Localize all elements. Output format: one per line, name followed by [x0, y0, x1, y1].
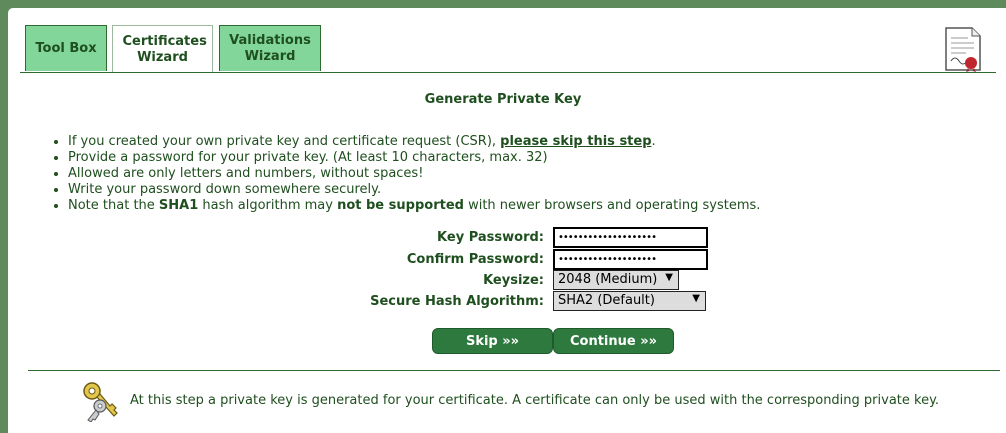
- keys-icon: [83, 382, 118, 422]
- info-text: At this step a private key is generated …: [130, 393, 940, 408]
- certificate-document-icon: [945, 27, 981, 72]
- confirm-password-row: Confirm Password: ••••••••••••••••••••: [0, 249, 1006, 270]
- list-item: Note that the SHA1 hash algorithm may no…: [68, 198, 760, 214]
- note-text: hash algorithm may: [198, 198, 338, 213]
- note-text: .: [651, 134, 656, 149]
- footer-divider: [28, 370, 1000, 371]
- continue-button[interactable]: Continue »»: [553, 328, 674, 354]
- tab-certificates-wizard[interactable]: Certificates Wizard: [112, 25, 213, 73]
- note-text: not be supported: [337, 198, 464, 213]
- list-item: Provide a password for your private key.…: [68, 150, 760, 166]
- instructions-list: If you created your own private key and …: [46, 134, 760, 214]
- keysize-value: 2048 (Medium): [558, 272, 658, 287]
- note-text: Note that the: [68, 198, 159, 213]
- key-password-label: Key Password:: [437, 230, 544, 245]
- tab-validations-wizard-label: Validations Wizard: [229, 32, 311, 64]
- page-title: Generate Private Key: [424, 92, 582, 107]
- list-item: Allowed are only letters and numbers, wi…: [68, 166, 760, 182]
- hash-algorithm-label: Secure Hash Algorithm:: [370, 294, 544, 309]
- skip-step-link[interactable]: please skip this step: [500, 134, 651, 149]
- tab-bar: Tool Box Certificates Wizard Validations…: [25, 25, 1001, 73]
- key-password-input[interactable]: ••••••••••••••••••••: [553, 227, 708, 248]
- confirm-password-input[interactable]: ••••••••••••••••••••: [553, 249, 708, 270]
- key-password-row: Key Password: ••••••••••••••••••••: [0, 227, 1006, 248]
- tab-certificates-wizard-label: Certificates Wizard: [122, 33, 207, 65]
- keysize-row: Keysize: 2048 (Medium) ▼: [0, 270, 1006, 291]
- list-item: Write your password down somewhere secur…: [68, 182, 760, 198]
- hash-algorithm-select[interactable]: SHA2 (Default) ▼: [553, 291, 706, 311]
- note-text: SHA1: [158, 198, 199, 213]
- list-item: If you created your own private key and …: [68, 134, 760, 150]
- note-text: If you created your own private key and …: [68, 134, 501, 149]
- chevron-down-icon: ▼: [692, 293, 700, 304]
- chevron-down-icon: ▼: [665, 272, 673, 283]
- confirm-password-label: Confirm Password:: [406, 252, 544, 267]
- tab-divider: [20, 72, 996, 73]
- keysize-select[interactable]: 2048 (Medium) ▼: [553, 270, 679, 290]
- note-text: with newer browsers and operating system…: [463, 198, 761, 213]
- hash-algorithm-value: SHA2 (Default): [558, 293, 655, 308]
- skip-button[interactable]: Skip »»: [432, 328, 553, 354]
- hash-row: Secure Hash Algorithm: SHA2 (Default) ▼: [0, 291, 1006, 312]
- tab-tool-box[interactable]: Tool Box: [25, 25, 107, 71]
- keysize-label: Keysize:: [483, 273, 544, 288]
- tab-validations-wizard[interactable]: Validations Wizard: [219, 25, 321, 71]
